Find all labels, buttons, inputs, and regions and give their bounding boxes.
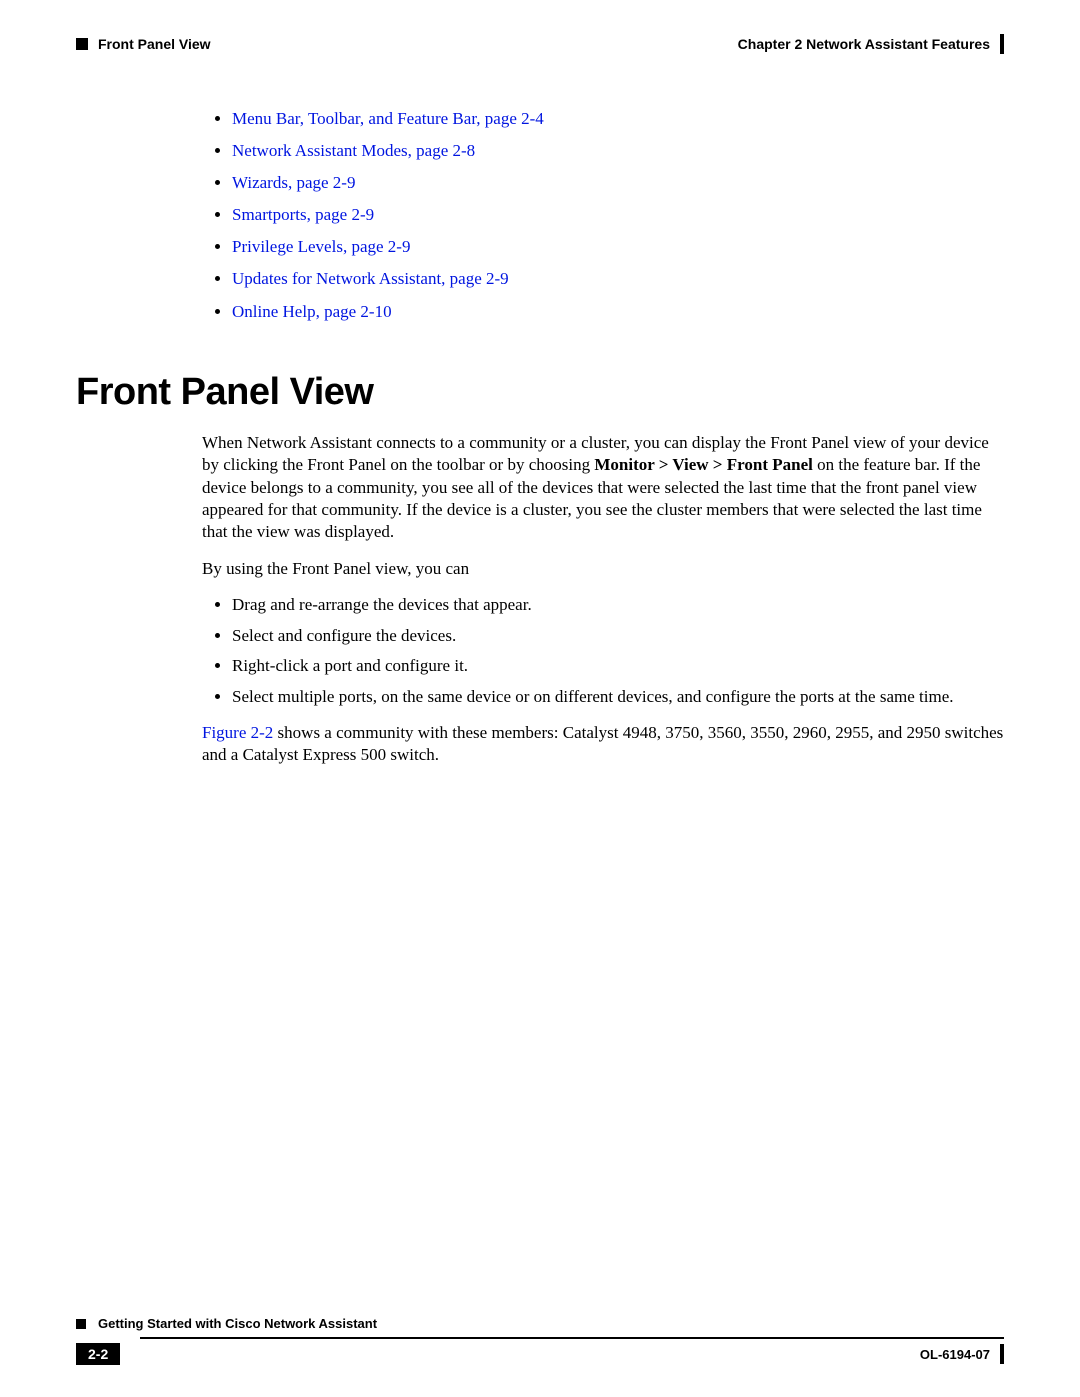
para1-menu-path: Monitor > View > Front Panel xyxy=(594,455,812,474)
footer-mark-icon xyxy=(76,1319,86,1329)
figure-paragraph: Figure 2-2 shows a community with these … xyxy=(202,722,1004,767)
header-section-name: Front Panel View xyxy=(98,36,211,52)
doc-id: OL-6194-07 xyxy=(920,1347,1004,1362)
toc-link-privilege[interactable]: Privilege Levels, page 2-9 xyxy=(232,237,410,256)
section-heading: Front Panel View xyxy=(76,371,1004,414)
toc-link-menu-bar[interactable]: Menu Bar, Toolbar, and Feature Bar, page… xyxy=(232,109,544,128)
page-number-badge: 2-2 xyxy=(76,1343,120,1365)
list-item: Select multiple ports, on the same devic… xyxy=(232,686,1004,708)
feature-list: Drag and re-arrange the devices that app… xyxy=(232,594,1004,708)
figure-ref-link[interactable]: Figure 2-2 xyxy=(202,723,273,742)
toc-link-smartports[interactable]: Smartports, page 2-9 xyxy=(232,205,374,224)
toc-link-updates[interactable]: Updates for Network Assistant, page 2-9 xyxy=(232,269,509,288)
figure-paragraph-rest: shows a community with these members: Ca… xyxy=(202,723,1003,764)
header-chapter-title: Chapter 2 Network Assistant Features xyxy=(738,36,1004,52)
toc-link-wizards[interactable]: Wizards, page 2-9 xyxy=(232,173,355,192)
toc-link-help[interactable]: Online Help, page 2-10 xyxy=(232,302,392,321)
list-item: Drag and re-arrange the devices that app… xyxy=(232,594,1004,616)
toc-link-modes[interactable]: Network Assistant Modes, page 2-8 xyxy=(232,141,475,160)
header-mark-icon xyxy=(76,38,88,50)
list-item: Select and configure the devices. xyxy=(232,625,1004,647)
intro-paragraph: When Network Assistant connects to a com… xyxy=(202,432,1004,544)
footer-book-title: Getting Started with Cisco Network Assis… xyxy=(98,1316,377,1331)
toc-list: Menu Bar, Toolbar, and Feature Bar, page… xyxy=(232,108,1004,323)
list-item: Right-click a port and configure it. xyxy=(232,655,1004,677)
lead-paragraph: By using the Front Panel view, you can xyxy=(202,558,1004,580)
